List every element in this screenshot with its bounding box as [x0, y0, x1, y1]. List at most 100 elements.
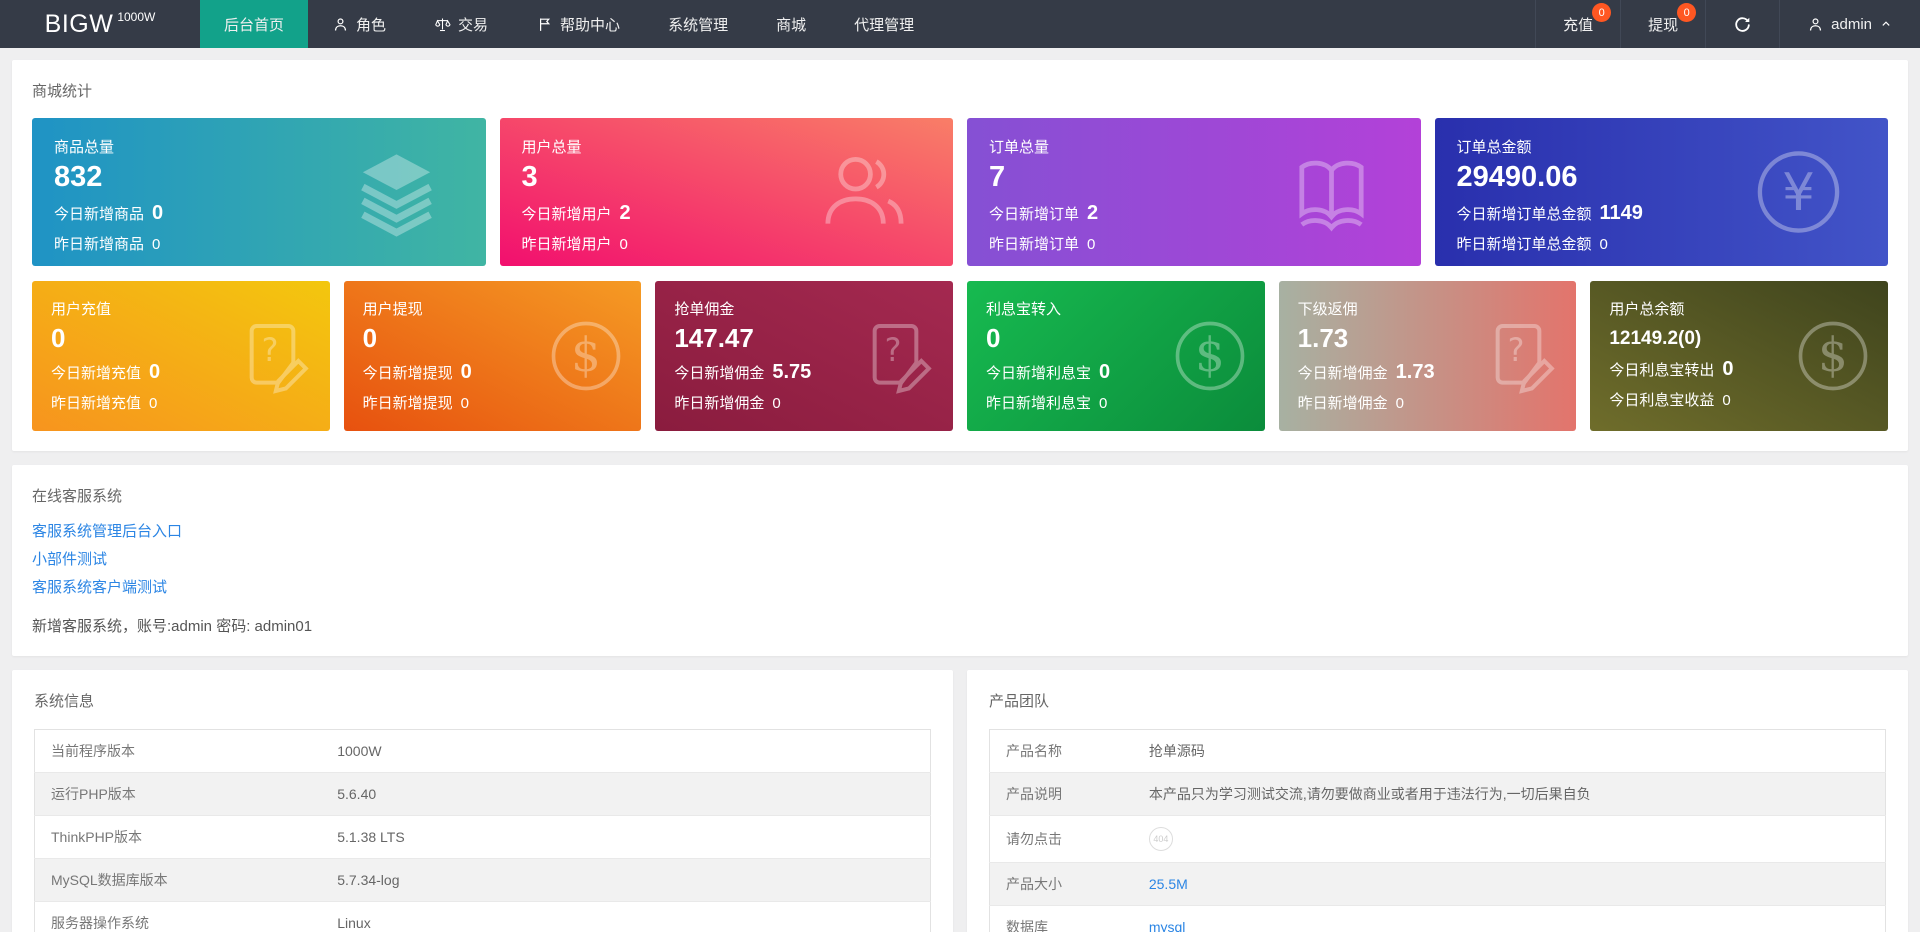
card-grab-commission: 抢单佣金 147.47 今日新增佣金5.75 昨日新增佣金0 [655, 281, 953, 431]
row-label: ThinkPHP版本 [35, 816, 322, 859]
row-label: 请勿点击 [990, 816, 1133, 863]
stat-line-label: 昨日新增订单总金额 [1457, 233, 1592, 254]
stat-line-label: 昨日新增佣金 [674, 392, 764, 413]
stat-line-label: 今日新增充值 [51, 362, 141, 383]
yen-circle-icon [1751, 145, 1846, 240]
nav-item-mall[interactable]: 商城 [752, 0, 830, 48]
nav-item-system-manage[interactable]: 系统管理 [644, 0, 752, 48]
table-row: MySQL数据库版本 5.7.34-log [35, 859, 931, 902]
small-stat-cards: 用户充值 0 今日新增充值0 昨日新增充值0 用户提现 0 今日新增提现0 昨日… [32, 281, 1888, 431]
nav-label: 帮助中心 [560, 14, 620, 35]
stat-line-label: 昨日新增订单 [989, 233, 1079, 254]
table-row: 产品名称 抢单源码 [990, 730, 1886, 773]
nav-label: 系统管理 [668, 14, 728, 35]
stat-line-value: 0 [772, 395, 780, 412]
product-team-panel: 产品团队 产品名称 抢单源码 产品说明 本产品只为学习测试交流,请勿要做商业或者… [967, 670, 1908, 932]
refresh-button[interactable] [1705, 0, 1779, 48]
stat-line-label: 今日利息宝转出 [1609, 359, 1714, 380]
row-value: 本产品只为学习测试交流,请勿要做商业或者用于违法行为,一切后果自负 [1133, 773, 1886, 816]
stat-line-label: 今日新增佣金 [1298, 362, 1388, 383]
navbar-right: 充值 0 提现 0 admin [1535, 0, 1920, 48]
stat-line-value: 0 [1087, 236, 1095, 253]
withdraw-badge: 0 [1677, 3, 1696, 22]
stat-line-label: 今日利息宝收益 [1609, 389, 1714, 410]
stat-line-value: 0 [1600, 236, 1608, 253]
database-link[interactable]: mysql [1149, 919, 1186, 932]
widget-test-link[interactable]: 小部件测试 [32, 546, 1888, 574]
product-size-link[interactable]: 25.5M [1149, 876, 1188, 892]
stat-line-value: 2 [620, 202, 631, 225]
stat-line-value: 0 [461, 361, 472, 384]
nav-item-trade[interactable]: 交易 [410, 0, 512, 48]
service-links: 客服系统管理后台入口 小部件测试 客服系统客户端测试 [32, 518, 1888, 602]
stat-line-value: 1149 [1600, 202, 1643, 225]
panel-title: 系统信息 [34, 690, 931, 711]
stat-line-value: 0 [149, 361, 160, 384]
table-row: 服务器操作系统 Linux [35, 902, 931, 932]
stat-line-label: 今日新增利息宝 [986, 362, 1091, 383]
nav-label: 代理管理 [854, 14, 914, 35]
user-menu[interactable]: admin [1779, 0, 1920, 48]
stat-line-value: 0 [1099, 361, 1110, 384]
row-label: 产品说明 [990, 773, 1133, 816]
brand-name: BIGW [45, 10, 114, 39]
stat-line-label: 昨日新增提现 [363, 392, 453, 413]
row-value: 抢单源码 [1133, 730, 1886, 773]
book-icon [1284, 145, 1379, 240]
users-icon [816, 145, 911, 240]
nav-label: 后台首页 [224, 14, 284, 35]
nav-item-home[interactable]: 后台首页 [200, 0, 308, 48]
system-info-table: 当前程序版本 1000W 运行PHP版本 5.6.40 ThinkPHP版本 5… [34, 729, 931, 932]
row-value: 5.7.34-log [321, 859, 930, 902]
table-row: 运行PHP版本 5.6.40 [35, 773, 931, 816]
bottom-panels: 系统信息 当前程序版本 1000W 运行PHP版本 5.6.40 ThinkPH… [12, 670, 1908, 932]
stat-line-label: 今日新增订单 [989, 203, 1079, 224]
stat-line-value: 0 [1722, 358, 1733, 381]
user-icon [332, 16, 349, 33]
chevron-up-icon [1879, 17, 1893, 31]
card-interest-transfer-in: 利息宝转入 0 今日新增利息宝0 昨日新增利息宝0 [967, 281, 1265, 431]
table-row: 产品说明 本产品只为学习测试交流,请勿要做商业或者用于违法行为,一切后果自负 [990, 773, 1886, 816]
card-user-withdraw: 用户提现 0 今日新增提现0 昨日新增提现0 [344, 281, 642, 431]
product-team-table: 产品名称 抢单源码 产品说明 本产品只为学习测试交流,请勿要做商业或者用于违法行… [989, 729, 1886, 932]
table-row: 数据库 mysql [990, 906, 1886, 932]
table-row: 当前程序版本 1000W [35, 730, 931, 773]
card-order-amount: 订单总金额 29490.06 今日新增订单总金额1149 昨日新增订单总金额0 [1435, 118, 1889, 266]
dollar-circle-icon [1793, 316, 1873, 396]
row-value: Linux [321, 902, 930, 932]
card-product-total: 商品总量 832 今日新增商品0 昨日新增商品0 [32, 118, 486, 266]
stat-line-value: 0 [149, 395, 157, 412]
nav-item-help-center[interactable]: 帮助中心 [512, 0, 644, 48]
stat-line-value: 0 [1722, 392, 1730, 409]
nav-item-agent-manage[interactable]: 代理管理 [830, 0, 938, 48]
panel-title: 在线客服系统 [32, 485, 1888, 506]
recharge-button[interactable]: 充值 0 [1535, 0, 1620, 48]
withdraw-button[interactable]: 提现 0 [1620, 0, 1705, 48]
table-row: 请勿点击 404 [990, 816, 1886, 863]
card-user-total: 用户总量 3 今日新增用户2 昨日新增用户0 [500, 118, 954, 266]
stat-line-label: 今日新增商品 [54, 203, 144, 224]
recharge-label: 充值 [1563, 14, 1593, 35]
doc-edit-icon [235, 316, 315, 396]
top-navbar: BIGW 1000W 后台首页 角色 交易 帮助中心 系统管理 商城 代理管理 [0, 0, 1920, 48]
layers-icon [349, 145, 444, 240]
stat-line-label: 昨日新增用户 [522, 233, 612, 254]
404-badge[interactable]: 404 [1149, 827, 1173, 851]
nav-item-roles[interactable]: 角色 [308, 0, 410, 48]
service-account-note: 新增客服系统，账号:admin 密码: admin01 [32, 615, 1888, 636]
stat-line-label: 昨日新增利息宝 [986, 392, 1091, 413]
nav-label: 商城 [776, 14, 806, 35]
stat-line-value: 0 [152, 202, 163, 225]
service-client-test-link[interactable]: 客服系统客户端测试 [32, 574, 1888, 602]
service-admin-link[interactable]: 客服系统管理后台入口 [32, 518, 1888, 546]
card-sub-rebate: 下级返佣 1.73 今日新增佣金1.73 昨日新增佣金0 [1279, 281, 1577, 431]
main-menu: 后台首页 角色 交易 帮助中心 系统管理 商城 代理管理 [200, 0, 938, 48]
stat-line-label: 昨日新增充值 [51, 392, 141, 413]
row-label: MySQL数据库版本 [35, 859, 322, 902]
doc-edit-icon [1481, 316, 1561, 396]
brand-version: 1000W [117, 10, 155, 24]
stat-line-label: 今日新增提现 [363, 362, 453, 383]
username: admin [1831, 16, 1872, 33]
withdraw-label: 提现 [1648, 14, 1678, 35]
stat-line-label: 今日新增用户 [522, 203, 612, 224]
